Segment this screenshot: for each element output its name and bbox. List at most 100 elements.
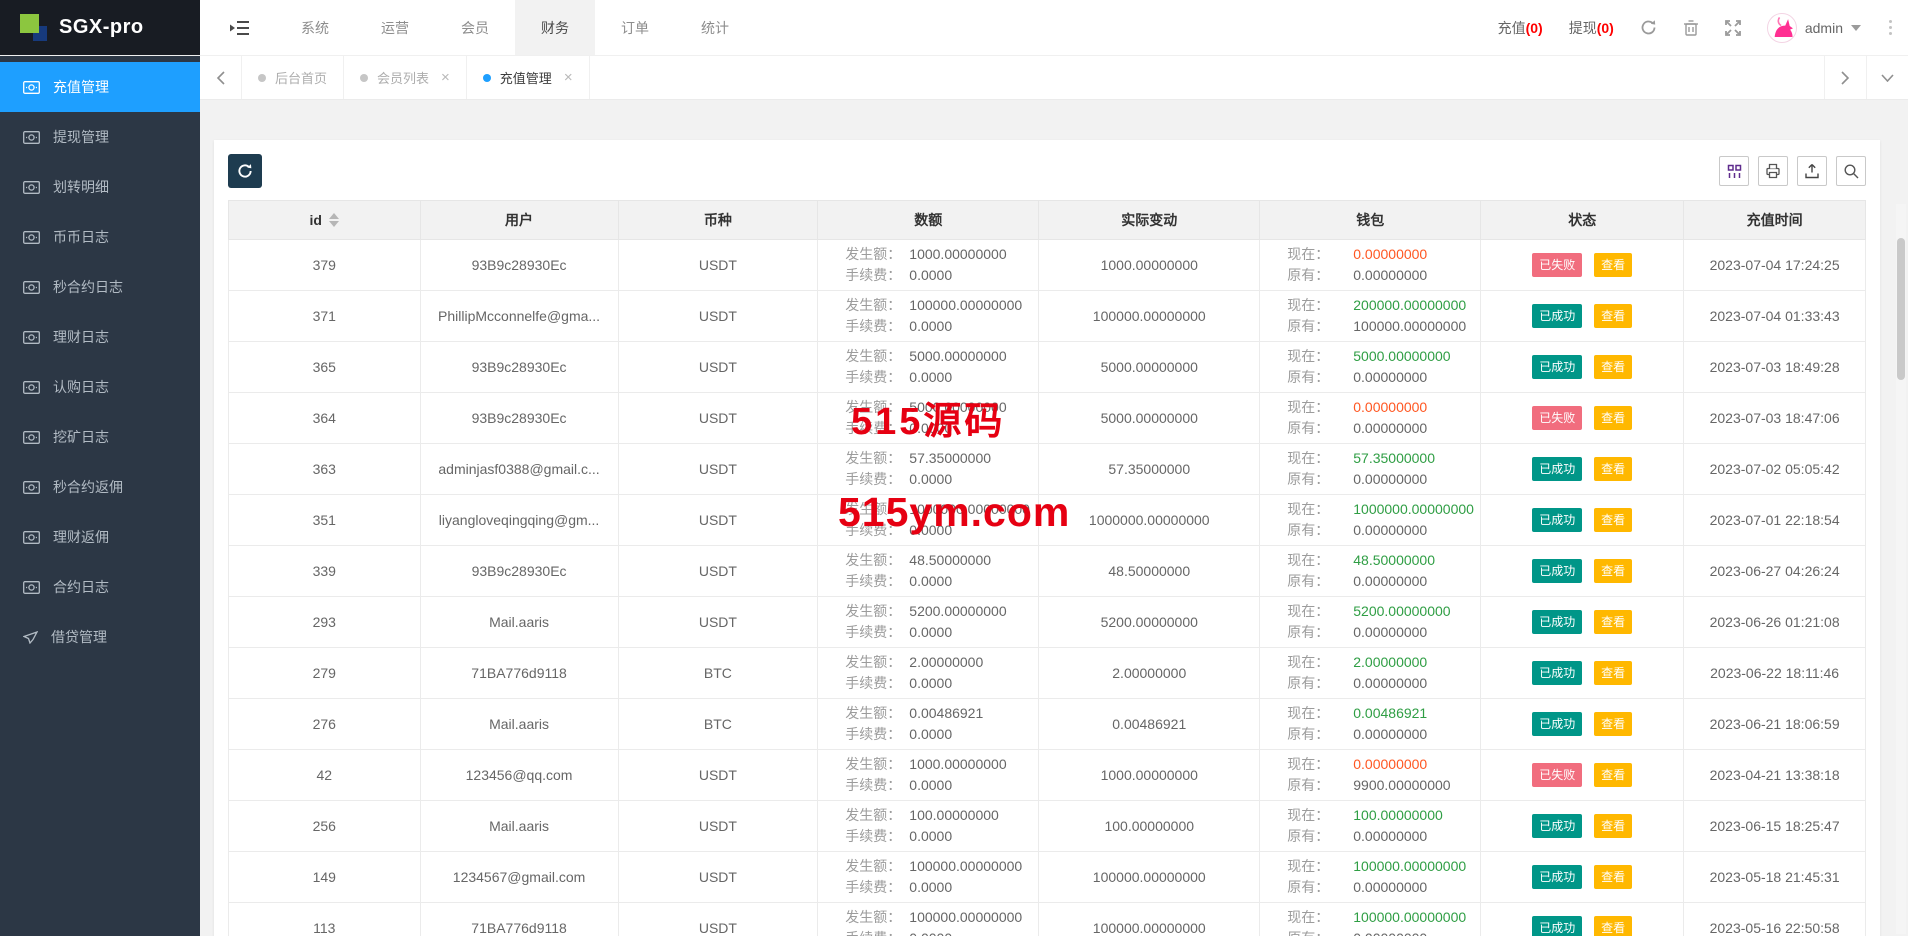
topnav-item-label: 统计 xyxy=(701,18,729,38)
export-icon[interactable] xyxy=(1797,156,1827,186)
cell-change: 0.00486921 xyxy=(1039,699,1260,750)
top-nav: 系统运营 会员 财务 订单 统计 xyxy=(275,0,755,55)
column-header[interactable]: id xyxy=(229,201,421,240)
sort-icon[interactable] xyxy=(329,213,339,227)
table-refresh-button[interactable] xyxy=(228,154,262,188)
view-button[interactable]: 查看 xyxy=(1594,355,1632,379)
user-menu[interactable]: admin xyxy=(1767,13,1861,43)
view-button[interactable]: 查看 xyxy=(1594,712,1632,736)
sidebar-item[interactable]: 币币日志 xyxy=(0,212,200,262)
sidebar-item-label: 认购日志 xyxy=(53,377,109,397)
topnav-item[interactable]: 系统 xyxy=(275,0,355,55)
status-badge: 已失败 xyxy=(1532,406,1582,430)
cell-id: 363 xyxy=(229,444,421,495)
sidebar-item-label: 秒合约日志 xyxy=(53,277,123,297)
cell-time: 2023-07-01 22:18:54 xyxy=(1684,495,1866,546)
refresh-icon[interactable] xyxy=(1640,19,1657,36)
table-row: 149 1234567@gmail.com USDT 发生额：100000.00… xyxy=(229,852,1866,903)
collapse-menu-icon[interactable] xyxy=(230,0,249,55)
cell-wallet: 现在：0.00000000 原有：0.00000000 xyxy=(1260,240,1481,291)
sidebar-item[interactable]: 划转明细 xyxy=(0,162,200,212)
cell-time: 2023-06-21 18:06:59 xyxy=(1684,699,1866,750)
cell-change: 1000.00000000 xyxy=(1039,750,1260,801)
view-button[interactable]: 查看 xyxy=(1594,865,1632,889)
view-button[interactable]: 查看 xyxy=(1594,763,1632,787)
view-button[interactable]: 查看 xyxy=(1594,253,1632,277)
sidebar-item[interactable]: 合约日志 xyxy=(0,562,200,612)
sidebar-item[interactable]: 提现管理 xyxy=(0,112,200,162)
cols-filter-icon[interactable] xyxy=(1719,156,1749,186)
view-button[interactable]: 查看 xyxy=(1594,559,1632,583)
quick-withdraw-link[interactable]: 提现(0) xyxy=(1569,18,1614,38)
search-icon[interactable] xyxy=(1836,156,1866,186)
quick-recharge-link[interactable]: 充值(0) xyxy=(1498,18,1543,38)
sidebar-item[interactable]: 理财返佣 xyxy=(0,512,200,562)
topnav-item[interactable]: 统计 xyxy=(675,0,755,55)
tabs-scroll-right-button[interactable] xyxy=(1824,56,1866,99)
cell-change: 57.35000000 xyxy=(1039,444,1260,495)
tab[interactable]: 充值管理 × xyxy=(467,56,590,99)
cell-id: 364 xyxy=(229,393,421,444)
logo[interactable]: SGX-pro xyxy=(0,0,200,55)
cell-id: 339 xyxy=(229,546,421,597)
sidebar-item[interactable]: 秒合约日志 xyxy=(0,262,200,312)
sidebar-item-label: 秒合约返佣 xyxy=(53,477,123,497)
more-vertical-icon[interactable] xyxy=(1887,20,1894,35)
cell-change: 2.00000000 xyxy=(1039,648,1260,699)
sidebar-item[interactable]: 挖矿日志 xyxy=(0,412,200,462)
sidebar-item-label: 理财日志 xyxy=(53,327,109,347)
topnav-item[interactable]: 订单 xyxy=(595,0,675,55)
column-header: 币种 xyxy=(618,201,818,240)
sidebar-item[interactable]: 充值管理 xyxy=(0,62,200,112)
topnav-item[interactable]: 运营 xyxy=(355,0,435,55)
view-button[interactable]: 查看 xyxy=(1594,406,1632,430)
view-button[interactable]: 查看 xyxy=(1594,916,1632,936)
sidebar-item[interactable]: 秒合约返佣 xyxy=(0,462,200,512)
tab-close-icon[interactable]: × xyxy=(564,70,573,85)
tab-close-icon[interactable]: × xyxy=(441,70,450,85)
column-header: 状态 xyxy=(1481,201,1684,240)
topbar: SGX-pro 系统运营 会员 财务 订单 统计 充值(0) 提现(0) admin xyxy=(0,0,1908,56)
sidebar-item[interactable]: 理财日志 xyxy=(0,312,200,362)
page-scrollbar[interactable] xyxy=(1896,204,1906,934)
view-button[interactable]: 查看 xyxy=(1594,508,1632,532)
trash-icon[interactable] xyxy=(1683,19,1699,36)
view-button[interactable]: 查看 xyxy=(1594,304,1632,328)
scrollbar-thumb[interactable] xyxy=(1897,238,1905,380)
admin-app: SGX-pro 系统运营 会员 财务 订单 统计 充值(0) 提现(0) admin xyxy=(0,0,1908,936)
sidebar-item[interactable]: 认购日志 xyxy=(0,362,200,412)
cell-wallet: 现在：0.00486921 原有：0.00000000 xyxy=(1260,699,1481,750)
view-button[interactable]: 查看 xyxy=(1594,814,1632,838)
cell-change: 100000.00000000 xyxy=(1039,291,1260,342)
view-button[interactable]: 查看 xyxy=(1594,457,1632,481)
status-badge: 已成功 xyxy=(1532,712,1582,736)
tab[interactable]: 会员列表 × xyxy=(344,56,467,99)
cell-user: liyangloveqingqing@gm... xyxy=(420,495,618,546)
table-row: 364 93B9c28930Ec USDT 发生额：5000.00000000 … xyxy=(229,393,1866,444)
banknote-icon xyxy=(23,231,40,244)
tabs-menu-button[interactable] xyxy=(1866,56,1908,99)
topnav-item[interactable]: 财务 xyxy=(515,0,595,55)
view-button[interactable]: 查看 xyxy=(1594,661,1632,685)
cell-amount: 发生额：100000.00000000 手续费：0.0000 xyxy=(818,852,1039,903)
tab[interactable]: 后台首页 xyxy=(242,56,344,99)
print-icon[interactable] xyxy=(1758,156,1788,186)
status-badge: 已成功 xyxy=(1532,814,1582,838)
tab-dot-icon xyxy=(360,74,368,82)
fullscreen-icon[interactable] xyxy=(1725,20,1741,36)
cell-id: 365 xyxy=(229,342,421,393)
cell-user: PhillipMcconnelfe@gma... xyxy=(420,291,618,342)
cell-user: 71BA776d9118 xyxy=(420,903,618,936)
sidebar-item[interactable]: 借贷管理 xyxy=(0,612,200,662)
cell-wallet: 现在：5200.00000000 原有：0.00000000 xyxy=(1260,597,1481,648)
cell-status: 已成功 查看 xyxy=(1481,852,1684,903)
topnav-item[interactable]: 会员 xyxy=(435,0,515,55)
status-badge: 已成功 xyxy=(1532,865,1582,889)
view-button[interactable]: 查看 xyxy=(1594,610,1632,634)
banknote-icon xyxy=(23,131,40,144)
topnav-item-label: 财务 xyxy=(541,18,569,38)
column-header: 钱包 xyxy=(1260,201,1481,240)
topnav-item-label: 会员 xyxy=(461,18,489,38)
table-row: 339 93B9c28930Ec USDT 发生额：48.50000000 手续… xyxy=(229,546,1866,597)
tabs-scroll-left-button[interactable] xyxy=(200,56,242,99)
